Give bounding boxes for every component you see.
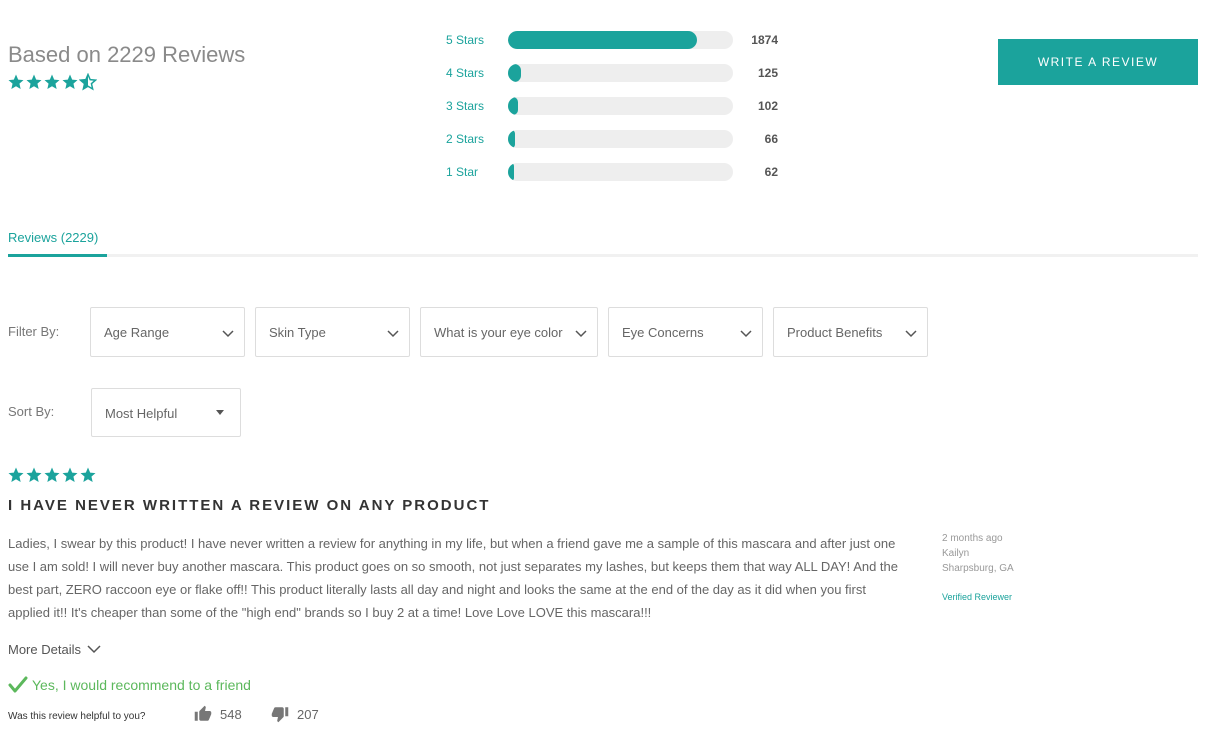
filter-skin-type-dropdown[interactable]: Skin Type bbox=[255, 307, 410, 357]
chevron-down-icon bbox=[575, 330, 587, 338]
histogram-row-3-stars[interactable]: 3 Stars 102 bbox=[446, 96, 786, 116]
histogram-fill bbox=[508, 163, 515, 181]
sort-dropdown[interactable]: Most Helpful bbox=[91, 388, 241, 437]
checkmark-icon bbox=[8, 676, 28, 693]
histogram-fill bbox=[508, 130, 515, 148]
star-icon bbox=[26, 467, 42, 482]
star-icon bbox=[80, 467, 96, 482]
chevron-down-icon bbox=[222, 330, 234, 338]
more-details-label: More Details bbox=[8, 642, 81, 657]
recommend-statement: Yes, I would recommend to a friend bbox=[8, 676, 251, 694]
histogram-label[interactable]: 3 Stars bbox=[446, 99, 484, 113]
histogram-track bbox=[508, 31, 733, 49]
histogram-fill bbox=[508, 31, 697, 49]
review-body: Ladies, I swear by this product! I have … bbox=[8, 536, 899, 620]
chevron-down-icon bbox=[905, 330, 917, 338]
average-rating-stars bbox=[7, 73, 97, 91]
histogram-label[interactable]: 2 Stars bbox=[446, 132, 484, 146]
thumbs-down-icon bbox=[271, 707, 289, 723]
histogram-count: 102 bbox=[757, 99, 778, 113]
helpful-no-button[interactable]: 207 bbox=[271, 705, 319, 723]
sort-label: Sort By: bbox=[8, 404, 55, 419]
helpful-yes-count: 548 bbox=[220, 706, 242, 722]
recommend-text: Yes, I would recommend to a friend bbox=[32, 677, 251, 693]
filter-age-range-dropdown[interactable]: Age Range bbox=[90, 307, 245, 357]
histogram-row-1-star[interactable]: 1 Star 62 bbox=[446, 162, 786, 182]
histogram-label[interactable]: 4 Stars bbox=[446, 66, 484, 80]
helpful-question: Was this review helpful to you? bbox=[8, 711, 146, 722]
star-icon bbox=[44, 74, 60, 89]
star-icon bbox=[62, 74, 78, 89]
histogram-count: 125 bbox=[757, 66, 778, 80]
tab-divider bbox=[8, 254, 1198, 257]
verified-reviewer-badge: Verified Reviewer bbox=[942, 592, 1013, 602]
filter-product-benefits-dropdown[interactable]: Product Benefits bbox=[773, 307, 928, 357]
histogram-count: 1874 bbox=[751, 33, 778, 47]
filter-eye-color-dropdown[interactable]: What is your eye color bbox=[420, 307, 598, 357]
histogram-count: 62 bbox=[764, 165, 778, 179]
review-title: I HAVE NEVER WRITTEN A REVIEW ON ANY PRO… bbox=[8, 497, 491, 514]
star-icon bbox=[26, 74, 42, 89]
rating-summary-title: Based on 2229 Reviews bbox=[8, 42, 246, 67]
histogram-count: 66 bbox=[764, 132, 778, 146]
reviewer-location: Sharpsburg, GA bbox=[942, 563, 1014, 574]
tab-active-indicator bbox=[8, 254, 107, 257]
histogram-fill bbox=[508, 64, 521, 82]
histogram-track bbox=[508, 97, 733, 115]
write-review-button[interactable]: WRITE A REVIEW bbox=[998, 39, 1198, 85]
caret-down-icon bbox=[216, 410, 224, 415]
review-rating-stars bbox=[7, 466, 97, 484]
helpful-no-count: 207 bbox=[297, 706, 319, 722]
star-icon bbox=[8, 467, 24, 482]
histogram-row-4-stars[interactable]: 4 Stars 125 bbox=[446, 63, 786, 83]
star-icon bbox=[62, 467, 78, 482]
chevron-down-icon bbox=[87, 645, 101, 654]
histogram-row-2-stars[interactable]: 2 Stars 66 bbox=[446, 129, 786, 149]
helpful-yes-button[interactable]: 548 bbox=[194, 705, 242, 723]
filter-eye-concerns-dropdown[interactable]: Eye Concerns bbox=[608, 307, 763, 357]
histogram-fill bbox=[508, 97, 519, 115]
histogram-track bbox=[508, 64, 733, 82]
histogram-track bbox=[508, 163, 733, 181]
dropdown-label: Product Benefits bbox=[787, 325, 883, 340]
dropdown-label: Age Range bbox=[104, 325, 170, 340]
histogram-label[interactable]: 5 Stars bbox=[446, 33, 484, 47]
half-star-icon bbox=[79, 73, 97, 91]
chevron-down-icon bbox=[387, 330, 399, 338]
reviewer-name: Kailyn bbox=[942, 548, 970, 559]
thumbs-up-icon bbox=[194, 705, 212, 721]
filter-label: Filter By: bbox=[8, 324, 60, 339]
histogram-label[interactable]: 1 Star bbox=[446, 165, 478, 179]
star-icon bbox=[8, 74, 24, 89]
sort-selected-value: Most Helpful bbox=[105, 406, 178, 421]
more-details-toggle[interactable]: More Details bbox=[8, 642, 101, 657]
dropdown-label: What is your eye color bbox=[434, 325, 563, 340]
dropdown-label: Eye Concerns bbox=[622, 325, 704, 340]
chevron-down-icon bbox=[740, 330, 752, 338]
tab-reviews[interactable]: Reviews (2229) bbox=[8, 230, 98, 245]
review-date: 2 months ago bbox=[942, 533, 1003, 544]
histogram-row-5-stars[interactable]: 5 Stars 1874 bbox=[446, 30, 786, 50]
dropdown-label: Skin Type bbox=[269, 325, 326, 340]
histogram-track bbox=[508, 130, 733, 148]
star-icon bbox=[44, 467, 60, 482]
